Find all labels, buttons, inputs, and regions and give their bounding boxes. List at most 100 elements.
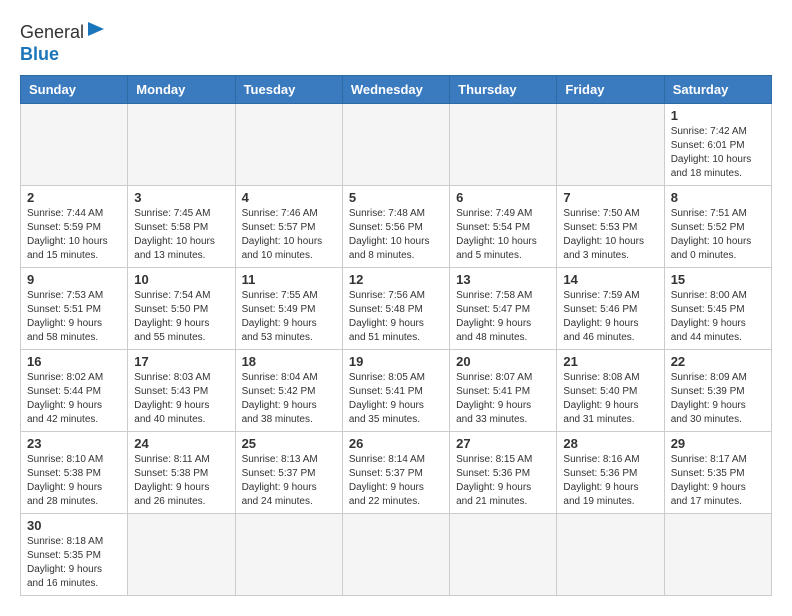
day-info: Sunrise: 8:17 AM Sunset: 5:35 PM Dayligh…: [671, 453, 765, 509]
weekday-header-wednesday: Wednesday: [342, 76, 449, 104]
calendar-cell: 24Sunrise: 8:11 AM Sunset: 5:38 PM Dayli…: [128, 432, 235, 514]
day-info: Sunrise: 8:11 AM Sunset: 5:38 PM Dayligh…: [134, 453, 228, 509]
calendar-cell: 13 Sunrise: 7:58 AM Sunset: 5:47 PM Dayli…: [450, 268, 557, 350]
day-info: Sunrise: 8:08 AM Sunset: 5:40 PM Dayligh…: [563, 371, 657, 427]
day-info: Sunrise: 7:55 AM Sunset: 5:49 PM Dayligh…: [242, 289, 336, 345]
day-number: 12: [349, 272, 443, 287]
calendar-cell: [450, 514, 557, 596]
day-info: Sunrise: 8:02 AM Sunset: 5:44 PM Dayligh…: [27, 371, 121, 427]
day-number: 16: [27, 354, 121, 369]
calendar-cell: 20Sunrise: 8:07 AM Sunset: 5:41 PM Dayli…: [450, 350, 557, 432]
day-info: Sunrise: 8:18 AM Sunset: 5:35 PM Dayligh…: [27, 535, 121, 591]
day-info: Sunrise: 7:51 AM Sunset: 5:52 PM Dayligh…: [671, 207, 765, 263]
calendar-cell: [235, 514, 342, 596]
calendar-cell: 10 Sunrise: 7:54 AM Sunset: 5:50 PM Dayli…: [128, 268, 235, 350]
day-info: Sunrise: 8:16 AM Sunset: 5:36 PM Dayligh…: [563, 453, 657, 509]
calendar-cell: 4Sunrise: 7:46 AM Sunset: 5:57 PM Daylig…: [235, 186, 342, 268]
calendar-cell: 12Sunrise: 7:56 AM Sunset: 5:48 PM Dayli…: [342, 268, 449, 350]
day-number: 21: [563, 354, 657, 369]
day-info: Sunrise: 8:09 AM Sunset: 5:39 PM Dayligh…: [671, 371, 765, 427]
day-number: 19: [349, 354, 443, 369]
day-info: Sunrise: 7:58 AM Sunset: 5:47 PM Dayligh…: [456, 289, 550, 345]
day-info: Sunrise: 7:53 AM Sunset: 5:51 PM Dayligh…: [27, 289, 121, 345]
day-number: 14: [563, 272, 657, 287]
day-number: 9: [27, 272, 121, 287]
day-number: 25: [242, 436, 336, 451]
day-number: 10: [134, 272, 228, 287]
calendar-cell: 19 Sunrise: 8:05 AM Sunset: 5:41 PM Dayli…: [342, 350, 449, 432]
calendar-cell: [342, 514, 449, 596]
day-info: Sunrise: 8:13 AM Sunset: 5:37 PM Dayligh…: [242, 453, 336, 509]
calendar-cell: 9 Sunrise: 7:53 AM Sunset: 5:51 PM Daylig…: [21, 268, 128, 350]
day-info: Sunrise: 8:04 AM Sunset: 5:42 PM Dayligh…: [242, 371, 336, 427]
week-row-1: 2 Sunrise: 7:44 AM Sunset: 5:59 PM Daylig…: [21, 186, 772, 268]
calendar-cell: [557, 514, 664, 596]
weekday-header-tuesday: Tuesday: [235, 76, 342, 104]
calendar-cell: 14 Sunrise: 7:59 AM Sunset: 5:46 PM Dayli…: [557, 268, 664, 350]
logo-text-block: General Blue: [20, 20, 104, 65]
day-number: 2: [27, 190, 121, 205]
calendar-cell: 28Sunrise: 8:16 AM Sunset: 5:36 PM Dayli…: [557, 432, 664, 514]
week-row-5: 30 Sunrise: 8:18 AM Sunset: 5:35 PM Dayli…: [21, 514, 772, 596]
day-number: 1: [671, 108, 765, 123]
day-number: 29: [671, 436, 765, 451]
calendar-cell: 21 Sunrise: 8:08 AM Sunset: 5:40 PM Dayli…: [557, 350, 664, 432]
day-number: 26: [349, 436, 443, 451]
day-info: Sunrise: 7:48 AM Sunset: 5:56 PM Dayligh…: [349, 207, 443, 263]
logo-blue: Blue: [20, 44, 59, 66]
calendar-cell: [557, 104, 664, 186]
day-info: Sunrise: 7:54 AM Sunset: 5:50 PM Dayligh…: [134, 289, 228, 345]
weekday-header-sunday: Sunday: [21, 76, 128, 104]
day-number: 11: [242, 272, 336, 287]
calendar-cell: [342, 104, 449, 186]
calendar-cell: [664, 514, 771, 596]
logo: General Blue: [20, 20, 104, 65]
day-number: 15: [671, 272, 765, 287]
logo-general: General: [20, 20, 104, 44]
calendar-cell: [128, 104, 235, 186]
calendar-cell: [450, 104, 557, 186]
calendar-cell: 17Sunrise: 8:03 AM Sunset: 5:43 PM Dayli…: [128, 350, 235, 432]
day-number: 6: [456, 190, 550, 205]
day-info: Sunrise: 7:44 AM Sunset: 5:59 PM Dayligh…: [27, 207, 121, 263]
day-number: 23: [27, 436, 121, 451]
calendar-cell: 16 Sunrise: 8:02 AM Sunset: 5:44 PM Dayli…: [21, 350, 128, 432]
day-info: Sunrise: 7:49 AM Sunset: 5:54 PM Dayligh…: [456, 207, 550, 263]
day-info: Sunrise: 8:10 AM Sunset: 5:38 PM Dayligh…: [27, 453, 121, 509]
day-info: Sunrise: 7:59 AM Sunset: 5:46 PM Dayligh…: [563, 289, 657, 345]
day-number: 13: [456, 272, 550, 287]
calendar-cell: [21, 104, 128, 186]
day-number: 18: [242, 354, 336, 369]
calendar-cell: 26 Sunrise: 8:14 AM Sunset: 5:37 PM Dayli…: [342, 432, 449, 514]
calendar-cell: 7Sunrise: 7:50 AM Sunset: 5:53 PM Daylig…: [557, 186, 664, 268]
calendar-cell: 3Sunrise: 7:45 AM Sunset: 5:58 PM Daylig…: [128, 186, 235, 268]
calendar-cell: 15Sunrise: 8:00 AM Sunset: 5:45 PM Dayli…: [664, 268, 771, 350]
calendar-cell: 8Sunrise: 7:51 AM Sunset: 5:52 PM Daylig…: [664, 186, 771, 268]
day-number: 30: [27, 518, 121, 533]
calendar-cell: [128, 514, 235, 596]
weekday-header-monday: Monday: [128, 76, 235, 104]
calendar-cell: 29 Sunrise: 8:17 AM Sunset: 5:35 PM Dayli…: [664, 432, 771, 514]
day-info: Sunrise: 7:42 AM Sunset: 6:01 PM Dayligh…: [671, 125, 765, 181]
calendar-cell: 6 Sunrise: 7:49 AM Sunset: 5:54 PM Daylig…: [450, 186, 557, 268]
weekday-header-thursday: Thursday: [450, 76, 557, 104]
day-number: 7: [563, 190, 657, 205]
calendar-table: SundayMondayTuesdayWednesdayThursdayFrid…: [20, 75, 772, 596]
calendar-cell: 18 Sunrise: 8:04 AM Sunset: 5:42 PM Dayli…: [235, 350, 342, 432]
weekday-header-saturday: Saturday: [664, 76, 771, 104]
calendar-cell: 2 Sunrise: 7:44 AM Sunset: 5:59 PM Daylig…: [21, 186, 128, 268]
day-info: Sunrise: 8:14 AM Sunset: 5:37 PM Dayligh…: [349, 453, 443, 509]
day-number: 17: [134, 354, 228, 369]
day-info: Sunrise: 7:45 AM Sunset: 5:58 PM Dayligh…: [134, 207, 228, 263]
calendar-cell: 5Sunrise: 7:48 AM Sunset: 5:56 PM Daylig…: [342, 186, 449, 268]
calendar-cell: 22 Sunrise: 8:09 AM Sunset: 5:39 PM Dayli…: [664, 350, 771, 432]
weekday-header-row: SundayMondayTuesdayWednesdayThursdayFrid…: [21, 76, 772, 104]
day-info: Sunrise: 8:07 AM Sunset: 5:41 PM Dayligh…: [456, 371, 550, 427]
day-number: 22: [671, 354, 765, 369]
day-info: Sunrise: 8:15 AM Sunset: 5:36 PM Dayligh…: [456, 453, 550, 509]
week-row-0: 1 Sunrise: 7:42 AM Sunset: 6:01 PM Daylig…: [21, 104, 772, 186]
calendar-cell: 30 Sunrise: 8:18 AM Sunset: 5:35 PM Dayli…: [21, 514, 128, 596]
calendar-cell: 25 Sunrise: 8:13 AM Sunset: 5:37 PM Dayli…: [235, 432, 342, 514]
day-info: Sunrise: 8:05 AM Sunset: 5:41 PM Dayligh…: [349, 371, 443, 427]
calendar-cell: 1 Sunrise: 7:42 AM Sunset: 6:01 PM Daylig…: [664, 104, 771, 186]
